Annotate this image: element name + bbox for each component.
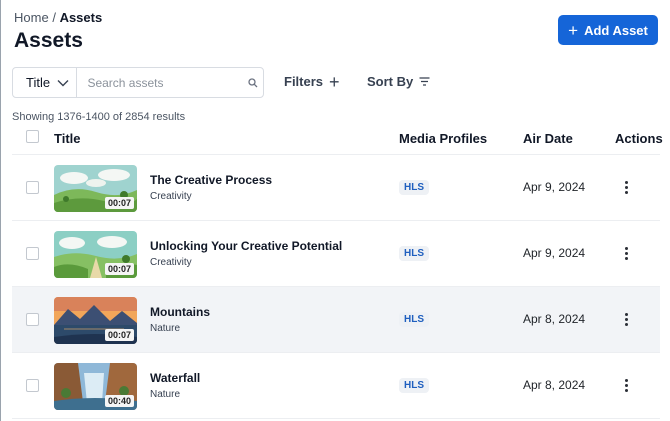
asset-thumbnail[interactable]: 00:07 bbox=[54, 231, 137, 278]
row-checkbox[interactable] bbox=[26, 313, 39, 326]
row-checkbox[interactable] bbox=[26, 379, 39, 392]
column-header-actions: Actions bbox=[615, 131, 663, 146]
asset-thumbnail[interactable]: 00:07 bbox=[54, 297, 137, 344]
duration-badge: 00:07 bbox=[104, 197, 134, 209]
search-input[interactable] bbox=[77, 68, 243, 97]
asset-title[interactable]: Mountains bbox=[150, 305, 210, 319]
duration-badge: 00:40 bbox=[104, 395, 134, 407]
duration-badge: 00:07 bbox=[104, 329, 134, 341]
breadcrumb-current: Assets bbox=[59, 10, 103, 25]
breadcrumb: Home / Assets bbox=[14, 10, 102, 25]
media-profile-badge: HLS bbox=[399, 246, 429, 261]
asset-thumbnail[interactable]: 00:40 bbox=[54, 363, 137, 410]
table-row[interactable]: 00:40 Waterfall Nature HLS Apr 8, 2024 bbox=[12, 353, 660, 419]
add-asset-label: Add Asset bbox=[584, 22, 648, 38]
air-date: Apr 9, 2024 bbox=[523, 246, 586, 260]
asset-category: Nature bbox=[150, 323, 181, 334]
filter-lines-icon bbox=[419, 77, 430, 86]
sort-by-label: Sort By bbox=[367, 74, 414, 89]
filters-button[interactable]: Filters + bbox=[284, 71, 340, 92]
media-profile-badge: HLS bbox=[399, 180, 429, 195]
duration-badge: 00:07 bbox=[104, 263, 134, 275]
table-row[interactable]: 00:07 Unlocking Your Creative Potential … bbox=[12, 221, 660, 287]
add-asset-button[interactable]: + Add Asset bbox=[558, 15, 658, 45]
more-vertical-icon[interactable] bbox=[620, 375, 632, 395]
asset-title[interactable]: The Creative Process bbox=[150, 173, 272, 187]
more-vertical-icon[interactable] bbox=[620, 243, 632, 263]
more-vertical-icon[interactable] bbox=[620, 177, 632, 197]
table-row[interactable]: 00:07 The Creative Process Creativity HL… bbox=[12, 155, 660, 221]
chevron-down-icon bbox=[57, 79, 69, 86]
asset-category: Creativity bbox=[150, 191, 192, 202]
air-date: Apr 9, 2024 bbox=[523, 180, 586, 194]
media-profile-badge: HLS bbox=[399, 312, 429, 327]
breadcrumb-separator: / bbox=[52, 10, 56, 25]
page-title: Assets bbox=[14, 29, 83, 52]
sort-by-button[interactable]: Sort By bbox=[367, 74, 430, 89]
asset-title[interactable]: Waterfall bbox=[150, 371, 200, 385]
search-bar: Title bbox=[12, 67, 264, 98]
select-all-checkbox[interactable] bbox=[26, 130, 39, 143]
column-header-media-profiles[interactable]: Media Profiles bbox=[399, 131, 487, 146]
results-count: Showing 1376-1400 of 2854 results bbox=[12, 111, 186, 123]
table-row[interactable]: 00:07 Mountains Nature HLS Apr 8, 2024 bbox=[12, 287, 660, 353]
breadcrumb-home[interactable]: Home bbox=[14, 10, 49, 25]
air-date: Apr 8, 2024 bbox=[523, 378, 586, 392]
search-field-value: Title bbox=[26, 75, 51, 90]
row-checkbox[interactable] bbox=[26, 181, 39, 194]
search-icon[interactable] bbox=[242, 77, 263, 88]
asset-category: Nature bbox=[150, 389, 181, 400]
asset-title[interactable]: Unlocking Your Creative Potential bbox=[150, 239, 342, 253]
window-edge bbox=[0, 0, 1, 421]
column-header-title[interactable]: Title bbox=[54, 131, 81, 146]
plus-icon: + bbox=[329, 71, 340, 92]
media-profile-badge: HLS bbox=[399, 378, 429, 393]
more-vertical-icon[interactable] bbox=[620, 309, 632, 329]
asset-category: Creativity bbox=[150, 257, 192, 268]
row-checkbox[interactable] bbox=[26, 247, 39, 260]
asset-thumbnail[interactable]: 00:07 bbox=[54, 165, 137, 212]
plus-icon: + bbox=[568, 20, 579, 40]
search-field-select[interactable]: Title bbox=[13, 68, 78, 97]
filters-label: Filters bbox=[284, 74, 324, 89]
column-header-air-date[interactable]: Air Date bbox=[523, 131, 573, 146]
air-date: Apr 8, 2024 bbox=[523, 312, 586, 326]
